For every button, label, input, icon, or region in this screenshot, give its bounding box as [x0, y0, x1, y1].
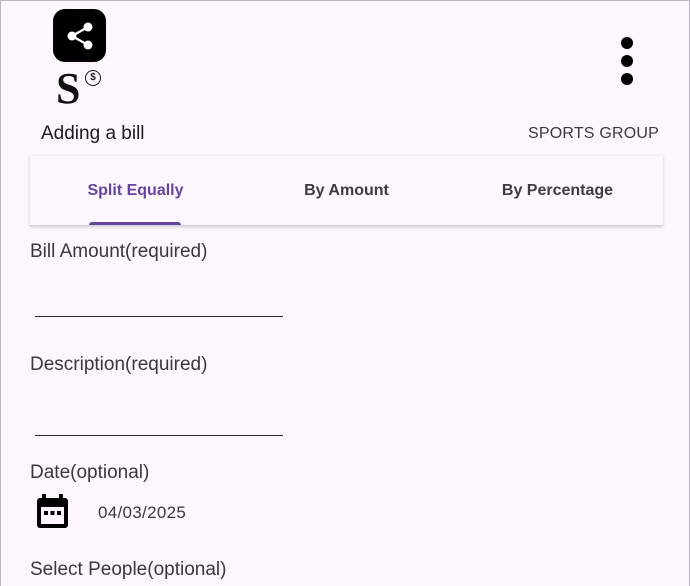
bill-amount-label: Bill Amount(required) — [30, 241, 208, 262]
app-logo-letter: S — [56, 64, 81, 113]
dollar-badge-icon: $ — [85, 70, 101, 86]
active-tab-indicator — [89, 222, 181, 225]
description-label: Description(required) — [30, 354, 208, 375]
menu-dot — [621, 73, 633, 85]
menu-dot — [621, 37, 633, 49]
page-title: Adding a bill — [41, 123, 145, 144]
description-input[interactable] — [35, 396, 283, 436]
calendar-icon[interactable] — [35, 493, 70, 530]
tab-split-equally[interactable]: Split Equally — [30, 156, 241, 226]
date-label: Date(optional) — [30, 462, 150, 483]
tab-by-amount[interactable]: By Amount — [241, 156, 452, 226]
share-icon — [53, 9, 106, 62]
more-vert-icon[interactable] — [613, 35, 641, 87]
bill-amount-input[interactable] — [35, 277, 283, 317]
menu-dot — [621, 55, 633, 67]
date-value[interactable]: 04/03/2025 — [98, 503, 186, 523]
group-name: SPORTS GROUP — [527, 125, 659, 142]
app-screen: S $ Adding a bill SPORTS GROUP Split Equ… — [0, 0, 690, 586]
tab-by-percentage[interactable]: By Percentage — [452, 156, 663, 226]
select-people-label: Select People(optional) — [30, 559, 227, 580]
tab-bar: Split Equally By Amount By Percentage — [30, 156, 663, 226]
